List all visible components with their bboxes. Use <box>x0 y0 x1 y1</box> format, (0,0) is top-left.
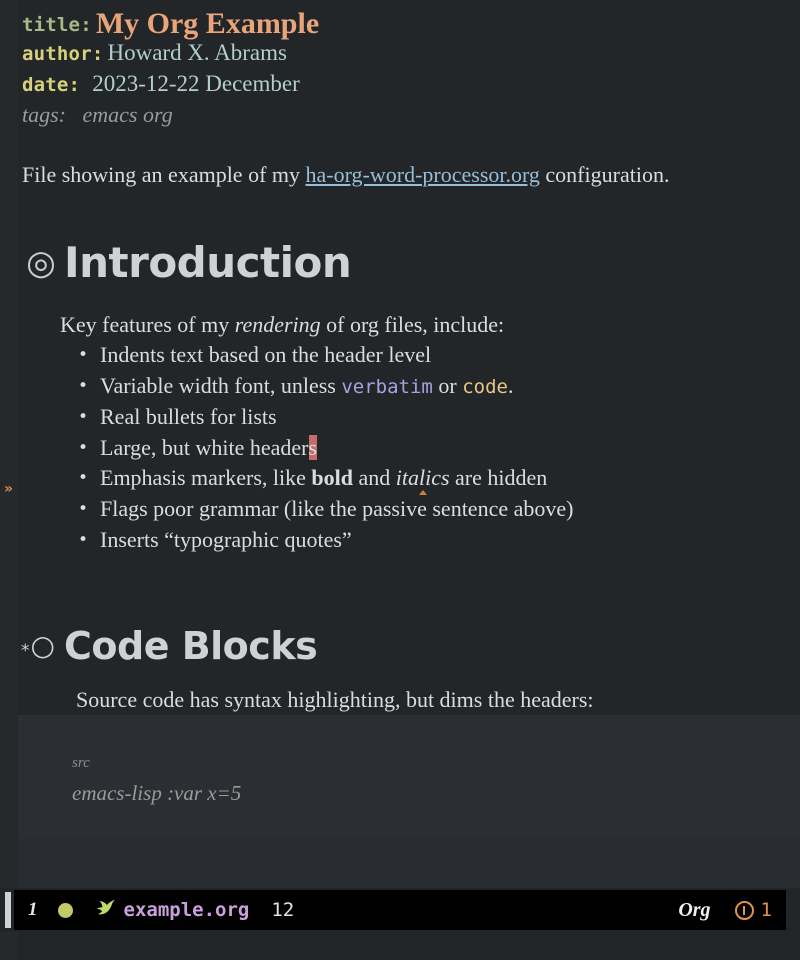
warning-indicator[interactable]: 1 <box>734 899 772 921</box>
src-block-args: emacs-lisp :var x=5 <box>72 781 242 806</box>
modeline-left-group: 1 example.org 12 <box>28 898 294 922</box>
list-item: Large, but white headers <box>78 433 800 464</box>
feature-list: Indents text based on the header level V… <box>60 340 800 555</box>
introduction-lede: Key features of my rendering of org file… <box>60 310 800 340</box>
org-keyword-date: date: 2023-12-22 December <box>22 68 800 99</box>
heading-code-blocks-label: Code Blocks <box>64 624 318 669</box>
text-cursor: s <box>308 434 318 460</box>
emacs-frame: » title: My Org Example author: Howard X… <box>0 0 800 960</box>
list-item: Real bullets for lists <box>78 402 800 433</box>
list-item-post: are hidden <box>449 465 548 491</box>
author-key-label: author: <box>22 43 104 65</box>
headline-bullet-icon: ◎ <box>26 243 56 283</box>
echo-area-fringe <box>0 932 18 960</box>
headline-star-icon: * <box>21 640 30 661</box>
modeline[interactable]: 1 example.org 12 Org 1 <box>14 890 786 930</box>
list-item: Variable width font, unless verbatim or … <box>78 371 800 403</box>
code-blocks-lede: Source code has syntax highlighting, but… <box>76 687 594 713</box>
list-item-text: Large, but white header <box>100 434 309 460</box>
list-item-text: Flags poor grammar (like the passive sen… <box>100 495 574 521</box>
intro-paragraph: File showing an example of my ha-org-wor… <box>18 160 800 190</box>
heading-introduction[interactable]: ◎ Introduction <box>18 234 800 292</box>
verbatim-text: verbatim <box>341 375 433 398</box>
list-item: Inserts “typographic quotes” <box>78 525 800 556</box>
left-fringe: » <box>0 0 18 888</box>
list-item: Indents text based on the header level <box>78 340 800 371</box>
list-item-mid: and <box>353 465 396 491</box>
warning-circle-icon <box>734 900 754 920</box>
gnu-head-icon <box>95 898 117 922</box>
org-keyword-title: title: My Org Example <box>22 6 800 40</box>
document-author: Howard X. Abrams <box>107 40 287 65</box>
date-key-label: date: <box>22 74 81 96</box>
code-blocks-body: Source code has syntax highlighting, but… <box>18 685 800 888</box>
intro-text-after: configuration. <box>539 162 670 187</box>
title-key-label: title: <box>22 14 92 36</box>
list-item-text: Indents text based on the header level <box>100 342 432 367</box>
cursor-position: 12 <box>271 899 295 921</box>
heading-introduction-label: Introduction <box>64 238 352 287</box>
list-item-text: Inserts “typographic quotes” <box>100 526 352 552</box>
lede-part1: Key features of my <box>60 312 235 337</box>
org-keyword-block: title: My Org Example author: Howard X. … <box>18 0 800 130</box>
modeline-fringe-bar <box>5 892 11 928</box>
headline-level-marker: * ○ <box>18 632 64 660</box>
code-text: code <box>462 375 508 398</box>
buffer-status-dot-icon <box>57 902 73 918</box>
src-block-header: src emacs-lisp :var x=5 <box>18 715 800 839</box>
headline-bullet-icon: ○ <box>30 629 55 663</box>
list-item-mid: or <box>432 372 463 398</box>
heading-code-blocks[interactable]: * ○ Code Blocks <box>18 621 800 671</box>
list-item-text: Variable width font, unless <box>100 372 342 398</box>
list-item: Emphasis markers, like bold and italics … <box>78 463 800 494</box>
intro-text-before: File showing an example of my <box>22 162 306 187</box>
list-item-text: Real bullets for lists <box>100 404 277 430</box>
modeline-area: 1 example.org 12 Org 1 <box>0 888 800 932</box>
buffer-name[interactable]: example.org <box>124 899 250 921</box>
introduction-body: Key features of my rendering of org file… <box>18 310 800 555</box>
document-date: 2023-12-22 December <box>92 71 300 96</box>
list-item-post: . <box>507 372 514 398</box>
document-tags: tags: emacs org <box>22 102 173 127</box>
fringe-continuation-marker: » <box>4 481 14 497</box>
lede-part2: of org files, include: <box>320 312 505 337</box>
org-buffer[interactable]: title: My Org Example author: Howard X. … <box>18 0 800 888</box>
major-mode-label[interactable]: Org <box>678 899 710 922</box>
list-item: Flags poor grammar (like the passive sen… <box>78 494 800 525</box>
src-block-code[interactable]: (defun sum (&rest nums) "Sums all the NU… <box>18 838 800 888</box>
document-title: My Org Example <box>95 7 320 40</box>
org-keyword-author: author: Howard X. Abrams <box>22 37 800 68</box>
echo-area <box>0 932 800 960</box>
list-item-text: Emphasis markers, like <box>100 465 312 491</box>
src-begin-keyword: src <box>72 755 90 772</box>
org-file-link[interactable]: ha-org-word-processor.org <box>306 162 540 187</box>
window-number[interactable]: 1 <box>28 899 38 921</box>
warning-count: 1 <box>760 899 772 921</box>
lede-emphasis: rendering <box>234 312 321 337</box>
bold-text: bold <box>311 465 353 491</box>
italic-text: italics <box>395 465 450 491</box>
